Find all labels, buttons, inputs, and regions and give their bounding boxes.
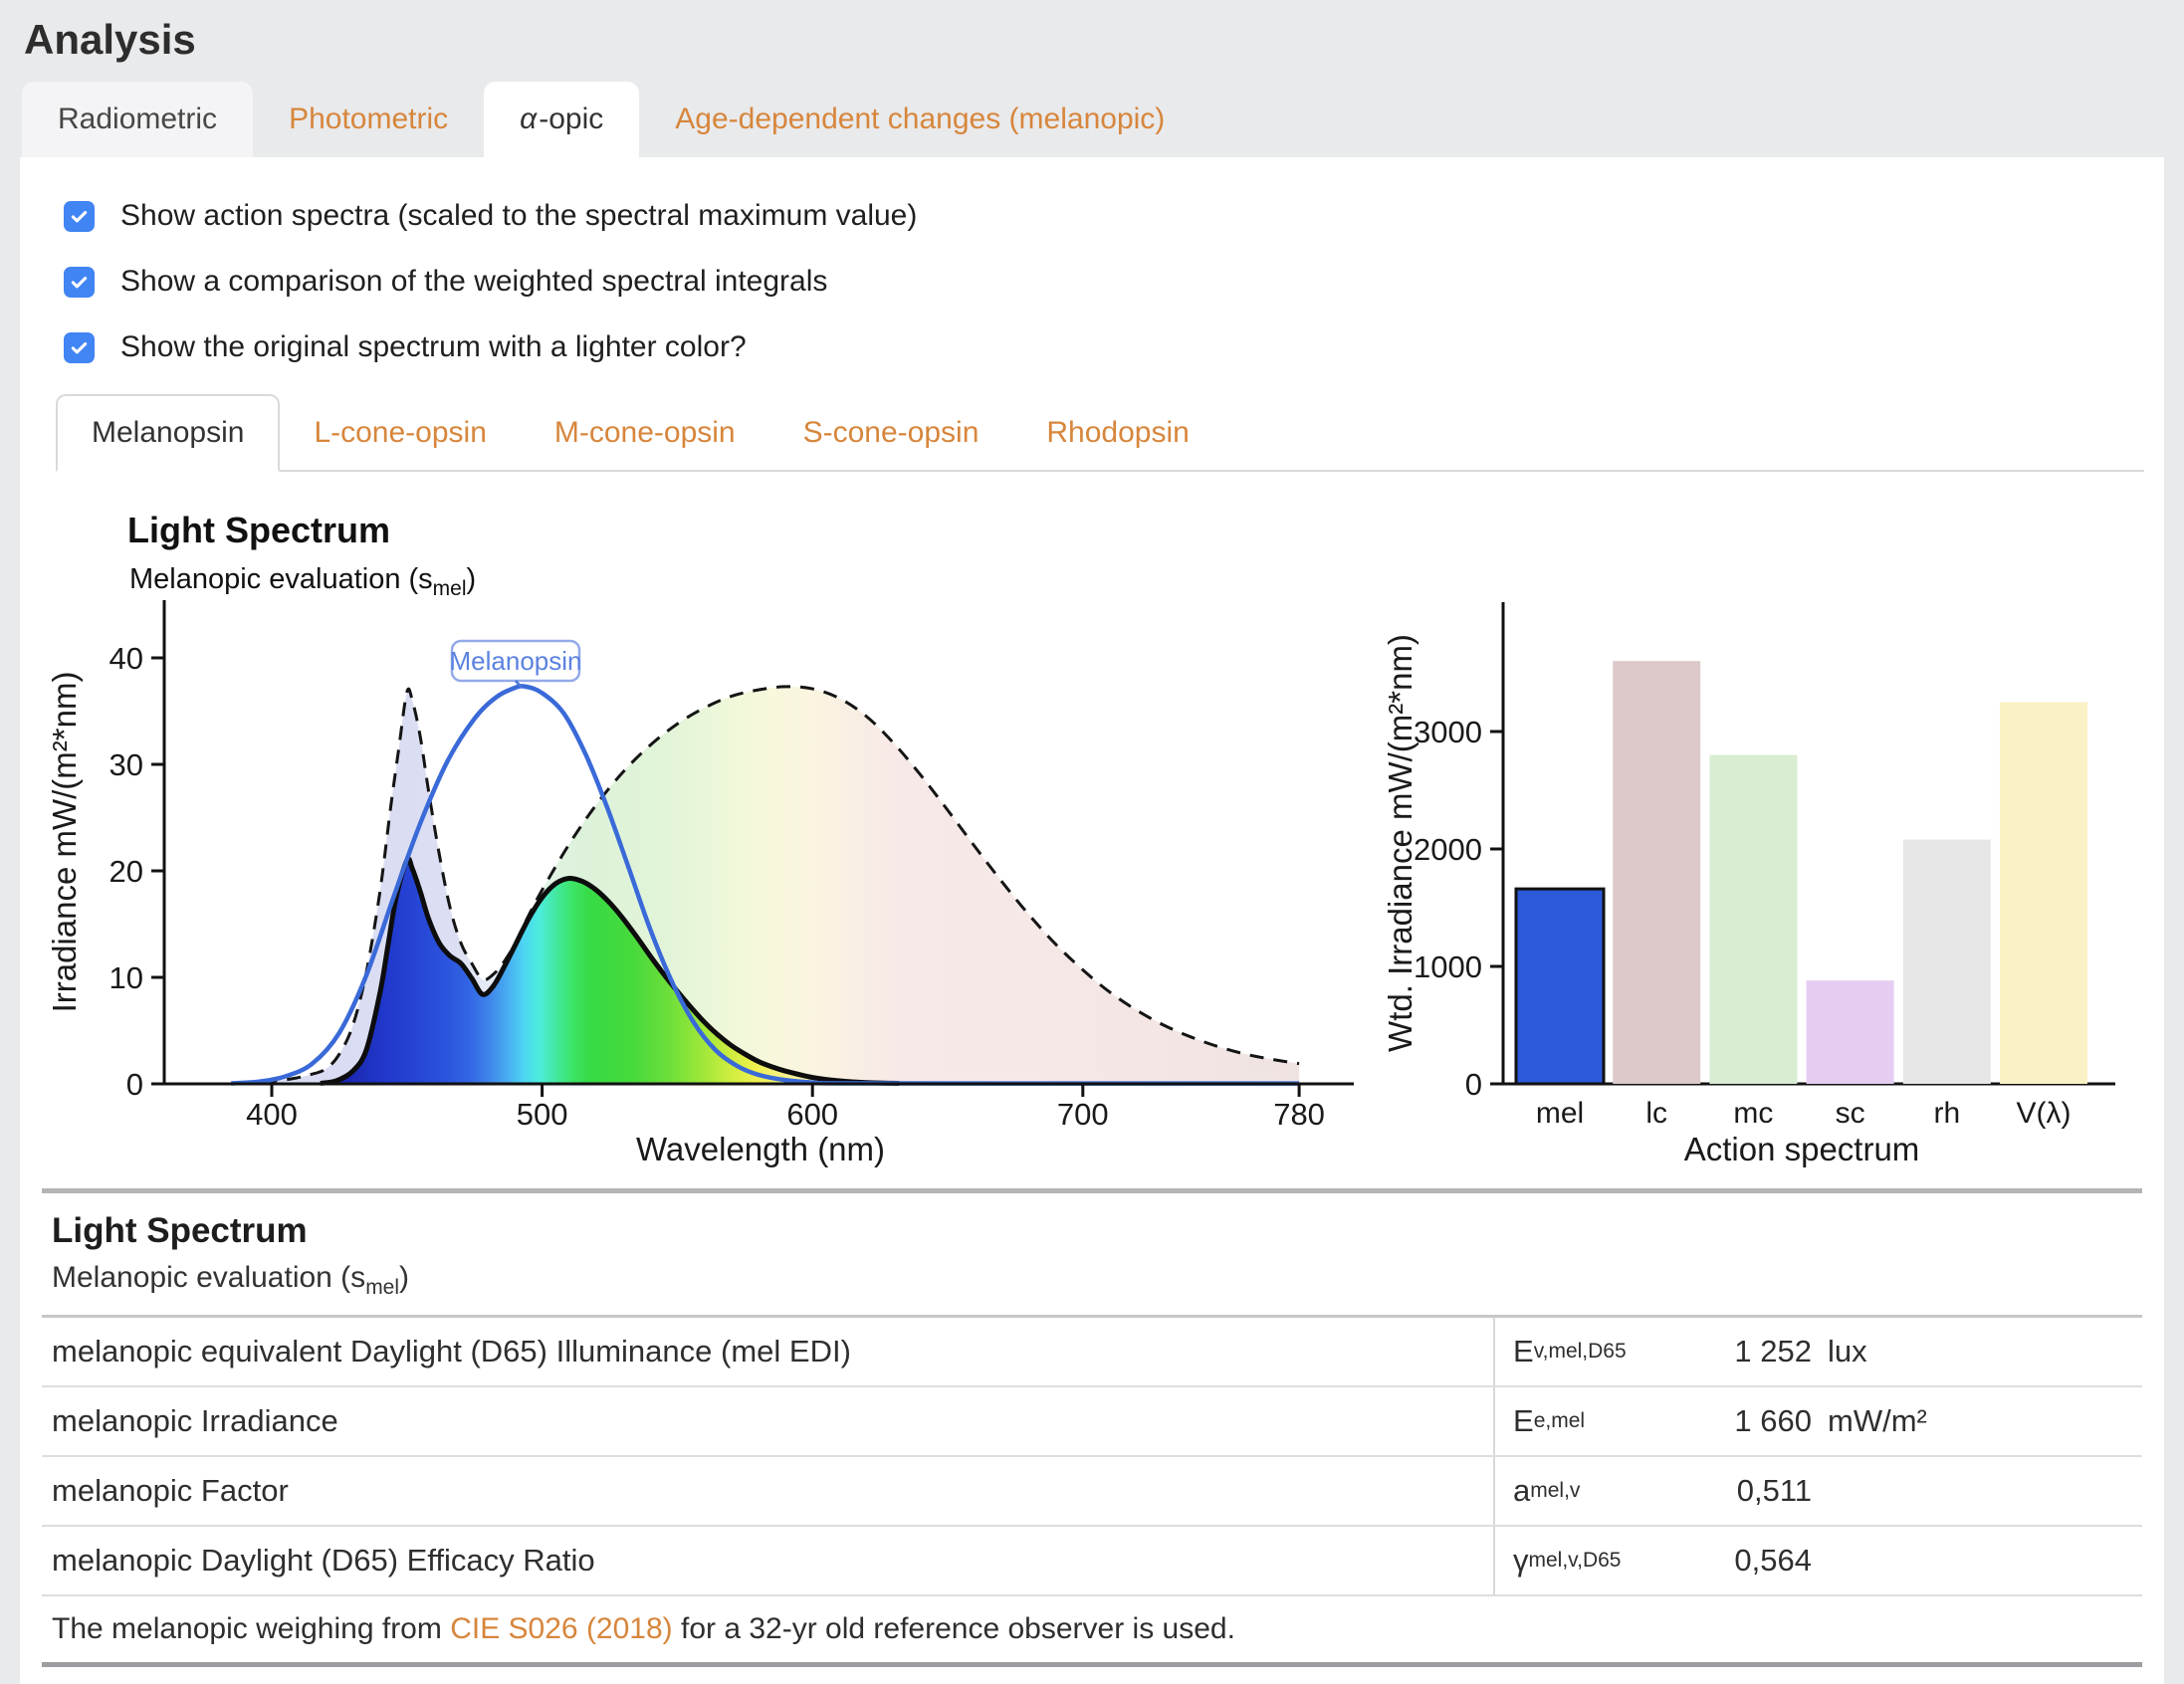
- bar-y-axis-label: Wtd. Irradiance mW/(m²*nm): [1382, 634, 1419, 1052]
- checkbox-checked-icon[interactable]: [64, 201, 95, 232]
- tab-alpha-opic-label: -opic: [539, 103, 603, 136]
- tab-photometric[interactable]: Photometric: [253, 82, 484, 157]
- table-row: melanopic Irradiance Ee,mel 1 660 mW/m²: [42, 1387, 2142, 1457]
- row-symbol: Ev,mel,D65: [1493, 1318, 1712, 1385]
- bar-category-label: sc: [1836, 1097, 1865, 1130]
- checkbox-label: Show the original spectrum with a lighte…: [120, 330, 747, 364]
- y-tick-label: 20: [109, 854, 143, 889]
- row-label: melanopic equivalent Daylight (D65) Illu…: [42, 1334, 1493, 1369]
- x-tick-label: 780: [1273, 1097, 1325, 1132]
- subtab-l-cone-opsin[interactable]: L-cone-opsin: [280, 396, 520, 470]
- x-tick-label: 400: [246, 1097, 298, 1132]
- alpha-glyph: α: [520, 103, 539, 136]
- y-tick-label: 30: [109, 747, 143, 782]
- x-tick-label: 500: [517, 1097, 568, 1132]
- subtab-s-cone-opsin[interactable]: S-cone-opsin: [769, 396, 1013, 470]
- app-root: Analysis Radiometric Photometric α-opic …: [0, 0, 2184, 1684]
- x-tick-label: 700: [1057, 1097, 1109, 1132]
- cie-s026-link[interactable]: CIE S026 (2018): [450, 1612, 672, 1645]
- row-label: melanopic Irradiance: [42, 1403, 1493, 1439]
- row-unit: mW/m²: [1812, 1403, 2142, 1439]
- bar-lc: [1613, 661, 1700, 1084]
- y-tick-label: 40: [109, 641, 143, 676]
- row-value: 0,564: [1712, 1543, 1812, 1579]
- table-title: Light Spectrum: [42, 1193, 2142, 1251]
- tab-radiometric[interactable]: Radiometric: [22, 82, 253, 157]
- bar-y-tick-label: 3000: [1414, 715, 1482, 749]
- x-axis-label: Wavelength (nm): [636, 1131, 885, 1167]
- checkbox-label: Show a comparison of the weighted spectr…: [120, 265, 827, 299]
- y-tick-label: 10: [109, 960, 143, 995]
- bar-x-axis-label: Action spectrum: [1684, 1131, 1920, 1167]
- results-table: Light Spectrum Melanopic evaluation (sme…: [42, 1193, 2142, 1662]
- bar-category-label: mc: [1733, 1097, 1773, 1130]
- row-value: 1 252: [1712, 1334, 1812, 1369]
- table-footnote: The melanopic weighing from CIE S026 (20…: [42, 1596, 2142, 1662]
- row-value: 1 660: [1712, 1403, 1812, 1439]
- checkbox-show-action-spectra[interactable]: Show action spectra (scaled to the spect…: [64, 183, 2164, 249]
- bar-category-label: mel: [1536, 1097, 1584, 1130]
- table-subtitle: Melanopic evaluation (smel): [42, 1251, 2142, 1315]
- row-label: melanopic Daylight (D65) Efficacy Ratio: [42, 1543, 1493, 1579]
- content-card: Show action spectra (scaled to the spect…: [20, 157, 2164, 1684]
- checkbox-checked-icon[interactable]: [64, 332, 95, 363]
- main-tab-bar: Radiometric Photometric α-opic Age-depen…: [22, 82, 2184, 157]
- bar-category-label: V(λ): [2017, 1097, 2072, 1130]
- row-label: melanopic Factor: [42, 1473, 1493, 1509]
- tab-age-dependent[interactable]: Age-dependent changes (melanopic): [639, 82, 1201, 157]
- bar-V(λ): [2000, 703, 2087, 1085]
- opsin-tab-bar: Melanopsin L-cone-opsin M-cone-opsin S-c…: [56, 394, 2144, 472]
- spectrum-chart-subtitle: Melanopic evaluation (smel): [129, 563, 476, 596]
- bar-sc: [1807, 980, 1894, 1084]
- row-symbol: Ee,mel: [1493, 1387, 1712, 1455]
- row-symbol: amel,v: [1493, 1457, 1712, 1525]
- subtab-rhodopsin[interactable]: Rhodopsin: [1012, 396, 1222, 470]
- x-tick-label: 600: [786, 1097, 838, 1132]
- tab-alpha-opic[interactable]: α-opic: [484, 82, 639, 157]
- row-value: 0,511: [1712, 1473, 1812, 1509]
- bar-y-tick-label: 0: [1465, 1067, 1482, 1102]
- subtab-melanopsin[interactable]: Melanopsin: [56, 394, 280, 472]
- melanopsin-annotation-label: Melanopsin: [450, 646, 582, 676]
- checkbox-show-comparison[interactable]: Show a comparison of the weighted spectr…: [64, 249, 2164, 315]
- table-row: melanopic Daylight (D65) Efficacy Ratio …: [42, 1527, 2142, 1596]
- row-symbol: γmel,v,D65: [1493, 1527, 1712, 1594]
- bar-mc: [1709, 755, 1797, 1084]
- bar-y-tick-label: 2000: [1414, 832, 1482, 867]
- spectrum-chart-title: Light Spectrum: [127, 510, 390, 551]
- checkbox-checked-icon[interactable]: [64, 267, 95, 298]
- row-unit: lux: [1812, 1334, 2142, 1369]
- bar-category-label: lc: [1645, 1097, 1667, 1130]
- charts-region: 400 500 600 700 780 0 10 20 30 40 Wavelength (nm) I…: [20, 476, 2164, 1184]
- bar-category-label: rh: [1933, 1097, 1960, 1130]
- checkbox-label: Show action spectra (scaled to the spect…: [120, 199, 917, 233]
- options-section: Show action spectra (scaled to the spect…: [20, 157, 2164, 380]
- subtab-m-cone-opsin[interactable]: M-cone-opsin: [521, 396, 769, 470]
- bar-y-tick-label: 1000: [1414, 949, 1482, 984]
- y-tick-label: 0: [126, 1067, 143, 1102]
- bar-mel: [1516, 889, 1604, 1084]
- checkbox-show-original-spectrum[interactable]: Show the original spectrum with a lighte…: [64, 315, 2164, 380]
- table-row: melanopic equivalent Daylight (D65) Illu…: [42, 1318, 2142, 1387]
- y-axis-label: Irradiance mW/(m²*nm): [46, 672, 83, 1013]
- page-title: Analysis: [0, 0, 2184, 82]
- bottom-divider: [42, 1662, 2142, 1667]
- table-row: melanopic Factor amel,v 0,511: [42, 1457, 2142, 1527]
- bar-rh: [1903, 840, 1991, 1084]
